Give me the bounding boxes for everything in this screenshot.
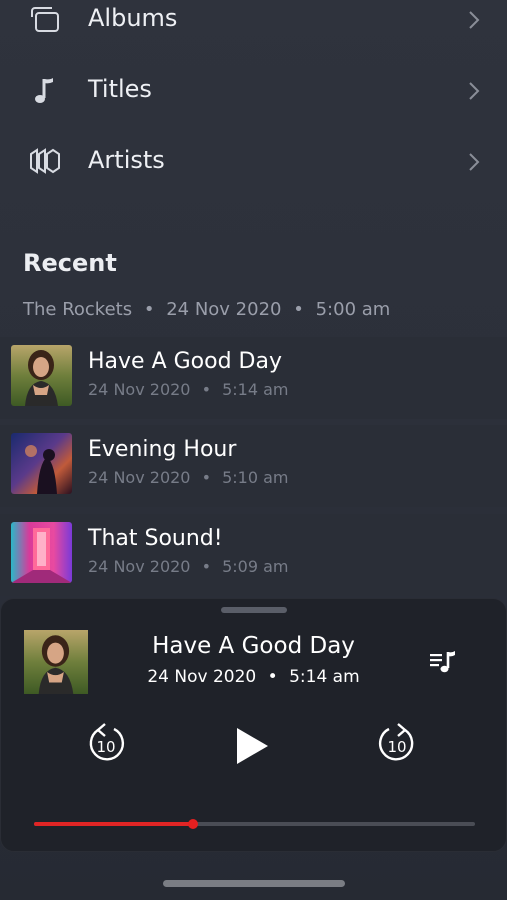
play-button[interactable] [232, 725, 272, 767]
separator-dot: • [201, 557, 212, 576]
track-title: Evening Hour [88, 437, 237, 462]
track-meta: 24 Nov 2020 • 5:14 am [88, 380, 289, 399]
skip-forward-button[interactable]: 10 [375, 721, 419, 767]
separator-dot: • [143, 299, 155, 320]
music-app: Albums Titles Artists Recent The Rockets… [0, 0, 507, 900]
recent-source-date: 24 Nov 2020 [166, 299, 282, 320]
recent-source-name: The Rockets [23, 299, 133, 320]
nav-item-titles-label: Titles [88, 75, 152, 103]
track-time: 5:14 am [222, 380, 289, 399]
skip-forward-seconds: 10 [387, 738, 406, 756]
nav-item-artists[interactable]: Artists [0, 132, 507, 192]
track-date: 24 Nov 2020 [88, 468, 191, 487]
track-artwork [11, 522, 72, 583]
recent-source-line: The Rockets • 24 Nov 2020 • 5:00 am [23, 299, 390, 320]
track-date: 24 Nov 2020 [88, 557, 191, 576]
track-title: That Sound! [88, 526, 223, 551]
track-time: 5:10 am [222, 468, 289, 487]
now-playing-sheet[interactable]: Have A Good Day 24 Nov 2020 • 5:14 am 10… [0, 598, 507, 852]
chevron-right-icon [469, 153, 480, 171]
nav-item-artists-label: Artists [88, 146, 165, 174]
separator-dot: • [201, 380, 212, 399]
nav-item-albums[interactable]: Albums [0, 0, 507, 50]
playback-progress-bar[interactable] [34, 819, 475, 829]
track-meta: 24 Nov 2020 • 5:10 am [88, 468, 289, 487]
nav-item-titles[interactable]: Titles [0, 61, 507, 121]
progress-knob[interactable] [187, 819, 198, 829]
separator-dot: • [201, 468, 212, 487]
albums-icon [31, 7, 59, 32]
recent-heading: Recent [23, 249, 117, 277]
now-playing-time: 5:14 am [289, 667, 360, 687]
now-playing-date: 24 Nov 2020 [147, 667, 257, 687]
track-row[interactable]: Evening Hour 24 Nov 2020 • 5:10 am [0, 425, 507, 507]
home-indicator[interactable] [163, 880, 345, 887]
nav-item-albums-label: Albums [88, 4, 178, 32]
track-artwork [11, 345, 72, 406]
skip-back-button[interactable]: 10 [84, 721, 128, 767]
track-date: 24 Nov 2020 [88, 380, 191, 399]
sheet-grabber[interactable] [221, 607, 287, 613]
recent-source-time: 5:00 am [315, 299, 391, 320]
artists-icon [30, 148, 60, 174]
chevron-right-icon [469, 82, 480, 100]
separator-dot: • [267, 667, 278, 687]
track-title: Have A Good Day [88, 349, 282, 374]
track-row[interactable]: That Sound! 24 Nov 2020 • 5:09 am [0, 514, 507, 596]
track-meta: 24 Nov 2020 • 5:09 am [88, 557, 289, 576]
track-artwork [11, 433, 72, 494]
progress-fill [34, 822, 193, 826]
queue-icon[interactable] [427, 646, 459, 678]
separator-dot: • [293, 299, 304, 320]
chevron-right-icon [469, 11, 480, 29]
music-note-icon [35, 78, 53, 103]
skip-back-seconds: 10 [96, 738, 115, 756]
track-row[interactable]: Have A Good Day 24 Nov 2020 • 5:14 am [0, 337, 507, 419]
track-time: 5:09 am [222, 557, 289, 576]
